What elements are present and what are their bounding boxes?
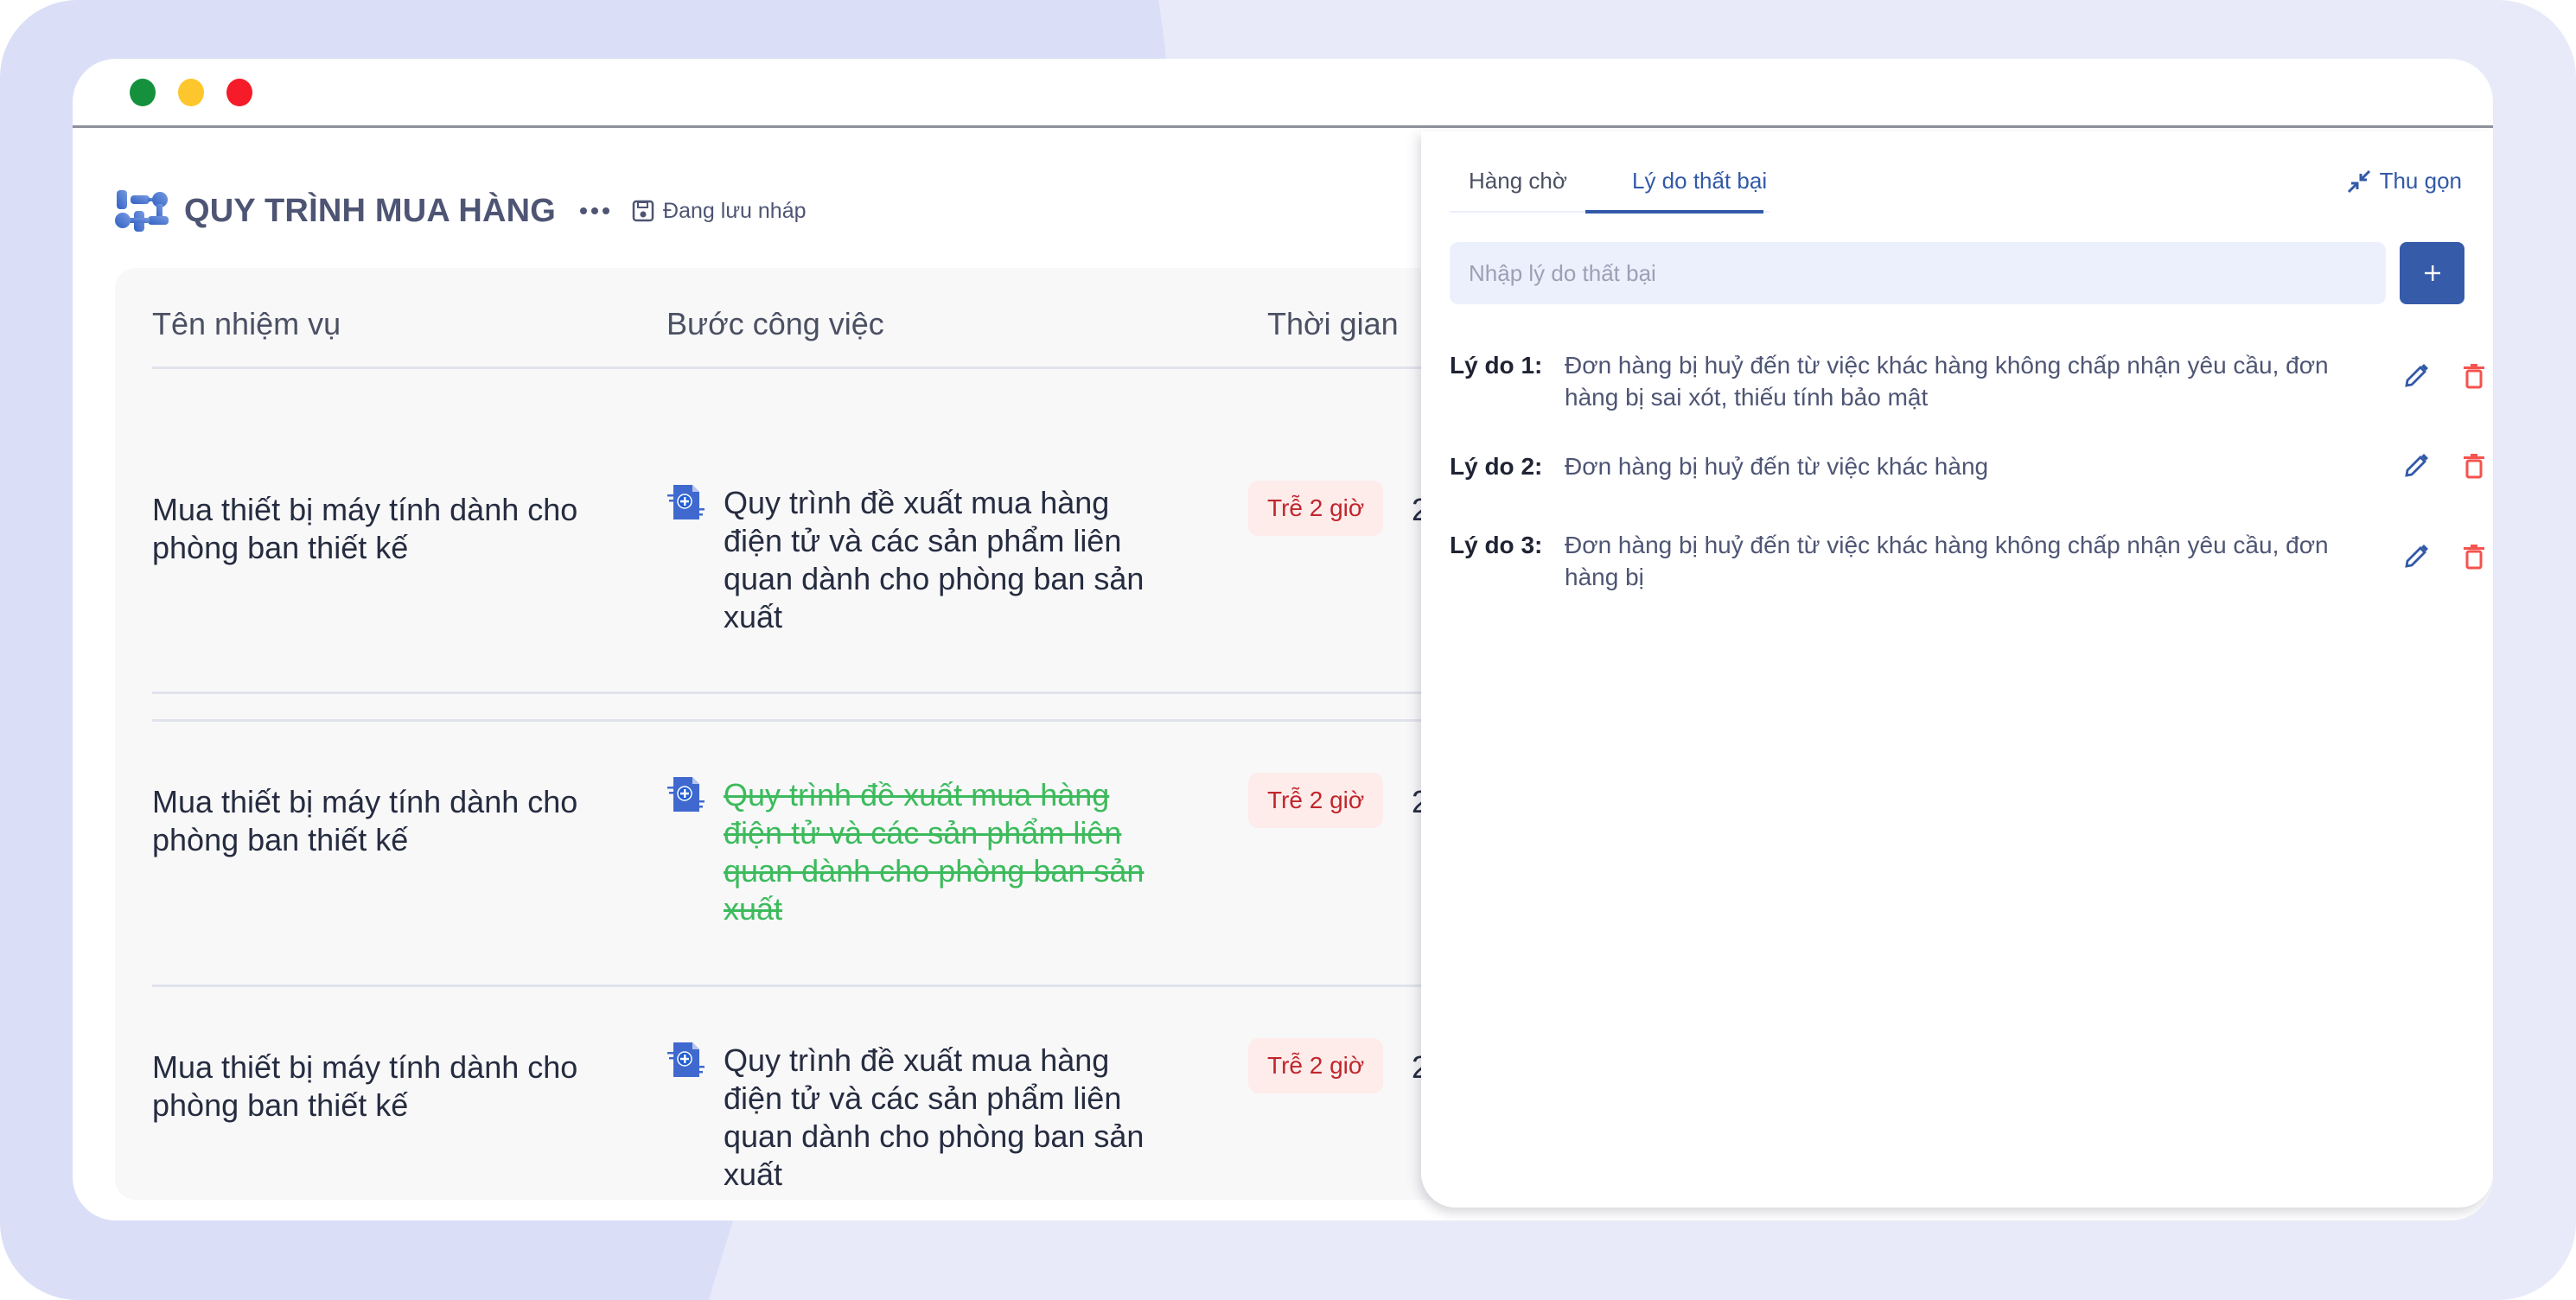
trash-icon[interactable] [2461, 453, 2487, 479]
more-horizontal-icon [580, 207, 588, 214]
column-header-time: Thời gian [1267, 306, 1399, 341]
step-cell: Quy trình đề xuất mua hàng điện tử và cá… [666, 484, 1156, 636]
document-add-icon [667, 777, 705, 812]
save-status: Đang lưu nháp [632, 198, 807, 224]
more-dot [603, 207, 610, 214]
column-header-task: Tên nhiệm vụ [152, 306, 341, 341]
step-text[interactable]: Quy trình đề xuất mua hàng điện tử và cá… [724, 484, 1156, 636]
task-name: Mua thiết bị máy tính dành cho phòng ban… [152, 784, 578, 857]
more-options-button[interactable] [580, 207, 610, 214]
task-table: Tên nhiệm vụ Bước công việc Thời gian Mu… [115, 268, 1501, 1200]
status-badge: Trễ 2 giờ [1248, 773, 1384, 828]
add-reason-button[interactable] [2400, 242, 2464, 304]
title-bar [73, 59, 2493, 128]
reason-text: Đơn hàng bị huỷ đến từ việc khác hàng [1565, 453, 1989, 480]
reason-label: Lý do 2: [1450, 453, 1543, 480]
trash-icon[interactable] [2461, 544, 2487, 570]
floppy-disk-icon [632, 200, 654, 222]
window-maximize-button[interactable] [130, 79, 156, 106]
tab-failure-reasons[interactable]: Lý do thất bại [1632, 168, 1767, 194]
edit-icon[interactable] [2403, 453, 2429, 479]
trash-icon[interactable] [2461, 363, 2487, 389]
page-header: QUY TRÌNH MUA HÀNG Đang lưu nháp [115, 185, 807, 237]
column-header-step: Bước công việc [666, 306, 884, 341]
more-dot [591, 207, 599, 214]
edit-icon[interactable] [2403, 363, 2429, 389]
step-text-completed[interactable]: Quy trình đề xuất mua hàng điện tử và cá… [724, 776, 1156, 928]
reason-text: Đơn hàng bị huỷ đến từ việc khác hàng kh… [1565, 532, 2329, 590]
save-status-text: Đang lưu nháp [663, 198, 807, 223]
task-name: Mua thiết bị máy tính dành cho phòng ban… [152, 492, 578, 565]
document-add-icon [667, 485, 705, 519]
header-divider [152, 366, 1501, 369]
failure-reasons-panel: Hàng chờ Lý do thất bại Thu gọn Lý do 1:… [1421, 131, 2493, 1208]
collapse-button[interactable]: Thu gọn [2347, 168, 2462, 194]
window-close-button[interactable] [226, 79, 252, 106]
collapse-label: Thu gọn [2379, 168, 2462, 194]
step-cell: Quy trình đề xuất mua hàng điện tử và cá… [666, 1042, 1156, 1194]
edit-icon[interactable] [2403, 544, 2429, 570]
window-minimize-button[interactable] [178, 79, 204, 106]
reason-label: Lý do 3: [1450, 532, 1543, 558]
task-name: Mua thiết bị máy tính dành cho phòng ban… [152, 1049, 578, 1123]
plus-icon [2424, 265, 2440, 281]
active-tab-indicator [1585, 210, 1763, 213]
reason-text: Đơn hàng bị huỷ đến từ việc khác hàng kh… [1565, 352, 2329, 411]
step-cell: Quy trình đề xuất mua hàng điện tử và cá… [666, 776, 1156, 928]
reason-label: Lý do 1: [1450, 352, 1543, 379]
step-text[interactable]: Quy trình đề xuất mua hàng điện tử và cá… [724, 1042, 1156, 1194]
row-divider [152, 719, 1501, 722]
row-divider [152, 691, 1501, 694]
panel-tabs: Hàng chờ Lý do thất bại [1450, 150, 1769, 213]
failure-reason-input[interactable] [1450, 242, 2386, 304]
tab-queue[interactable]: Hàng chờ [1469, 168, 1567, 194]
status-badge: Trễ 2 giờ [1248, 481, 1384, 536]
status-badge: Trễ 2 giờ [1248, 1038, 1384, 1093]
row-divider [152, 985, 1501, 987]
workflow-icon [115, 190, 169, 232]
page-title: QUY TRÌNH MUA HÀNG [184, 192, 557, 229]
app-window: QUY TRÌNH MUA HÀNG Đang lưu nháp Tên nhi… [73, 59, 2493, 1220]
collapse-arrows-icon [2347, 169, 2370, 193]
document-add-icon [667, 1042, 705, 1077]
